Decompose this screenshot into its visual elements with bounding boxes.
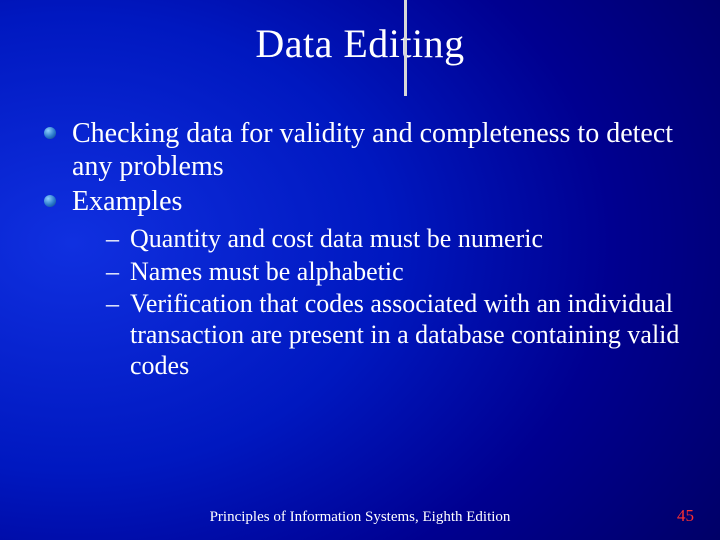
- vertical-accent-line: [404, 0, 407, 96]
- sub-bullet-item: – Verification that codes associated wit…: [106, 289, 682, 381]
- sub-bullet-text: Quantity and cost data must be numeric: [130, 224, 543, 253]
- bullet-text: Examples: [72, 186, 182, 217]
- footer-text: Principles of Information Systems, Eight…: [0, 509, 720, 526]
- sub-bullet-text: Verification that codes associated with …: [130, 289, 679, 379]
- bullet-text: Checking data for validity and completen…: [72, 118, 673, 182]
- page-number: 45: [677, 506, 694, 526]
- dash-icon: –: [106, 224, 119, 255]
- content-area: Checking data for validity and completen…: [0, 67, 720, 381]
- bullet-icon: [44, 195, 56, 207]
- bullet-icon: [44, 127, 56, 139]
- bullet-item: Checking data for validity and completen…: [38, 117, 682, 183]
- sub-bullet-item: – Quantity and cost data must be numeric: [106, 224, 682, 255]
- dash-icon: –: [106, 289, 119, 320]
- main-bullet-list: Checking data for validity and completen…: [38, 117, 682, 381]
- dash-icon: –: [106, 257, 119, 288]
- title-area: Data Editing: [0, 0, 720, 67]
- sub-bullet-text: Names must be alphabetic: [130, 257, 404, 286]
- sub-bullet-list: – Quantity and cost data must be numeric…: [106, 224, 682, 381]
- slide-title: Data Editing: [0, 20, 720, 67]
- bullet-item: Examples – Quantity and cost data must b…: [38, 185, 682, 381]
- sub-bullet-item: – Names must be alphabetic: [106, 257, 682, 288]
